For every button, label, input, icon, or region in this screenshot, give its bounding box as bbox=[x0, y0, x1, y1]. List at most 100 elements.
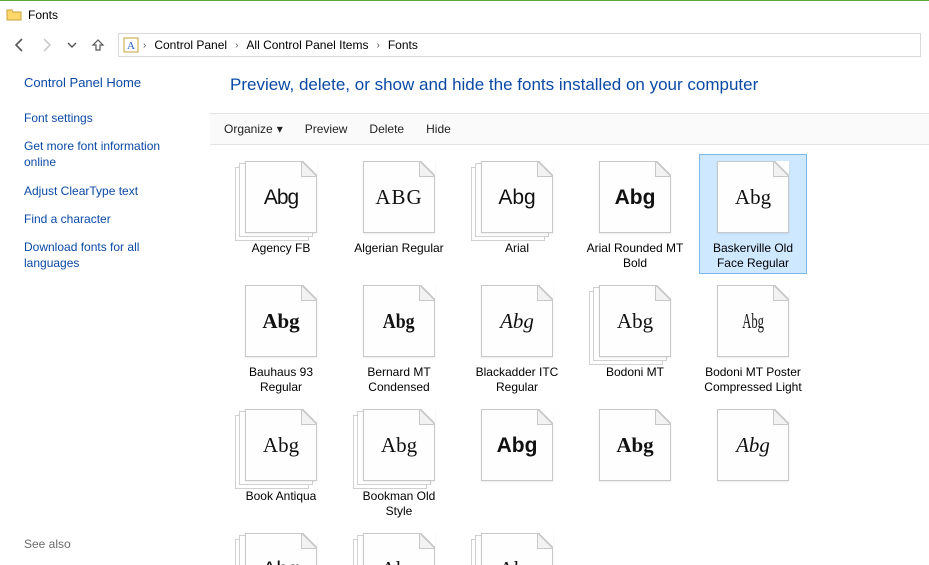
font-item[interactable]: Abg bbox=[582, 403, 688, 521]
font-sample-text: Abg bbox=[264, 187, 298, 208]
see-also-heading: See also bbox=[24, 537, 71, 551]
font-item[interactable]: Abg Bodoni MT Poster Compressed Light bbox=[700, 279, 806, 397]
font-item[interactable]: Abg Agency FB bbox=[228, 155, 334, 273]
font-sample-text: Abg bbox=[381, 559, 417, 565]
font-preview-icon: Abg bbox=[705, 281, 801, 361]
chevron-right-icon[interactable]: › bbox=[235, 40, 238, 51]
font-preview-icon: Abg bbox=[587, 405, 683, 485]
font-item[interactable]: Abg Book Antiqua bbox=[228, 403, 334, 521]
font-preview-icon: Abg bbox=[351, 405, 447, 485]
font-item[interactable]: Abg bbox=[228, 527, 334, 565]
font-sample-text: Abg bbox=[735, 187, 771, 208]
preview-button[interactable]: Preview bbox=[303, 118, 350, 140]
font-sample-text: Abg bbox=[262, 559, 299, 565]
font-sample-text: Abg bbox=[383, 311, 415, 332]
font-sample-text: Abg bbox=[615, 187, 656, 208]
font-sample-text: ABG bbox=[375, 187, 422, 208]
font-preview-icon: ABG bbox=[351, 157, 447, 237]
svg-text:A: A bbox=[127, 40, 135, 52]
organize-menu[interactable]: Organize ▾ bbox=[222, 118, 285, 140]
up-button[interactable] bbox=[86, 33, 110, 57]
font-preview-icon: Abg bbox=[233, 529, 329, 565]
font-preview-icon: Abg bbox=[469, 529, 565, 565]
font-item[interactable]: ABG Algerian Regular bbox=[346, 155, 452, 273]
font-preview-icon: Abg bbox=[705, 157, 801, 237]
font-preview-icon: Abg bbox=[705, 405, 801, 485]
sidebar-link-more-info[interactable]: Get more font information online bbox=[24, 138, 192, 170]
font-item[interactable]: Abg Bernard MT Condensed bbox=[346, 279, 452, 397]
font-sample-text: Abg bbox=[617, 311, 653, 332]
address-bar[interactable]: A › Control Panel › All Control Panel It… bbox=[118, 33, 921, 57]
font-label: Book Antiqua bbox=[230, 489, 332, 504]
folder-icon bbox=[6, 7, 22, 23]
font-sample-text: Abg bbox=[497, 435, 538, 456]
font-label: Bodoni MT Poster Compressed Light bbox=[702, 365, 804, 395]
font-preview-icon: Abg bbox=[351, 281, 447, 361]
font-sample-text: Abg bbox=[616, 435, 653, 456]
font-label: Bernard MT Condensed bbox=[348, 365, 450, 395]
font-sample-text: Abg bbox=[381, 435, 417, 456]
main-panel: Preview, delete, or show and hide the fo… bbox=[210, 61, 929, 565]
font-sample-text: Abg bbox=[262, 311, 299, 332]
font-preview-icon: Abg bbox=[469, 157, 565, 237]
organize-label: Organize bbox=[224, 122, 273, 136]
font-label: Blackadder ITC Regular bbox=[466, 365, 568, 395]
font-sample-text: Abg bbox=[742, 311, 764, 332]
nav-bar: A › Control Panel › All Control Panel It… bbox=[0, 29, 929, 61]
font-item[interactable]: Abg Blackadder ITC Regular bbox=[464, 279, 570, 397]
font-item[interactable]: Abg bbox=[464, 527, 570, 565]
chevron-down-icon: ▾ bbox=[277, 122, 283, 136]
font-label: Baskerville Old Face Regular bbox=[702, 241, 804, 271]
font-item[interactable]: Abg Baskerville Old Face Regular bbox=[700, 155, 806, 273]
font-item[interactable]: Abg Bookman Old Style bbox=[346, 403, 452, 521]
font-sample-text: Abg bbox=[499, 559, 535, 565]
font-item[interactable]: Abg Arial bbox=[464, 155, 570, 273]
font-sample-text: Abg bbox=[498, 187, 535, 208]
delete-button[interactable]: Delete bbox=[367, 118, 406, 140]
sidebar-link-font-settings[interactable]: Font settings bbox=[24, 110, 192, 126]
back-button[interactable] bbox=[8, 33, 32, 57]
font-item[interactable]: Abg bbox=[346, 527, 452, 565]
sidebar: Control Panel Home Font settings Get mor… bbox=[0, 61, 210, 565]
font-item[interactable]: Abg Bauhaus 93 Regular bbox=[228, 279, 334, 397]
font-item[interactable]: Abg Bodoni MT bbox=[582, 279, 688, 397]
font-preview-icon: Abg bbox=[469, 281, 565, 361]
font-label: Bodoni MT bbox=[584, 365, 686, 380]
font-preview-icon: Abg bbox=[233, 281, 329, 361]
font-sample-text: Abg bbox=[263, 435, 299, 456]
font-label: Bookman Old Style bbox=[348, 489, 450, 519]
page-heading: Preview, delete, or show and hide the fo… bbox=[210, 61, 929, 113]
font-item[interactable]: Abg bbox=[700, 403, 806, 521]
control-panel-home-link[interactable]: Control Panel Home bbox=[24, 75, 192, 90]
window-title: Fonts bbox=[28, 8, 58, 22]
font-label: Agency FB bbox=[230, 241, 332, 256]
font-preview-icon: Abg bbox=[587, 281, 683, 361]
breadcrumb-item[interactable]: Fonts bbox=[384, 34, 422, 56]
font-sample-text: Abg bbox=[736, 435, 770, 456]
font-grid[interactable]: AbgAgency FBABGAlgerian RegularAbgArialA… bbox=[210, 145, 929, 565]
font-preview-icon: Abg bbox=[233, 157, 329, 237]
chevron-right-icon[interactable]: › bbox=[376, 40, 379, 51]
breadcrumb-item[interactable]: All Control Panel Items bbox=[242, 34, 372, 56]
forward-button bbox=[34, 33, 58, 57]
font-item[interactable]: Abg bbox=[464, 403, 570, 521]
chevron-right-icon[interactable]: › bbox=[143, 40, 146, 51]
title-bar: Fonts bbox=[0, 1, 929, 29]
recent-locations-dropdown[interactable] bbox=[60, 33, 84, 57]
sidebar-link-download-fonts[interactable]: Download fonts for all languages bbox=[24, 239, 192, 271]
font-label: Arial Rounded MT Bold bbox=[584, 241, 686, 271]
font-label: Algerian Regular bbox=[348, 241, 450, 256]
sidebar-link-find-character[interactable]: Find a character bbox=[24, 211, 192, 227]
breadcrumb-item[interactable]: Control Panel bbox=[150, 34, 231, 56]
font-preview-icon: Abg bbox=[469, 405, 565, 485]
font-label: Arial bbox=[466, 241, 568, 256]
sidebar-link-cleartype[interactable]: Adjust ClearType text bbox=[24, 183, 192, 199]
font-item[interactable]: Abg Arial Rounded MT Bold bbox=[582, 155, 688, 273]
font-preview-icon: Abg bbox=[233, 405, 329, 485]
hide-button[interactable]: Hide bbox=[424, 118, 453, 140]
fonts-icon: A bbox=[123, 37, 139, 53]
font-sample-text: Abg bbox=[500, 311, 534, 332]
font-label: Bauhaus 93 Regular bbox=[230, 365, 332, 395]
font-preview-icon: Abg bbox=[587, 157, 683, 237]
toolbar: Organize ▾ Preview Delete Hide bbox=[210, 113, 929, 145]
